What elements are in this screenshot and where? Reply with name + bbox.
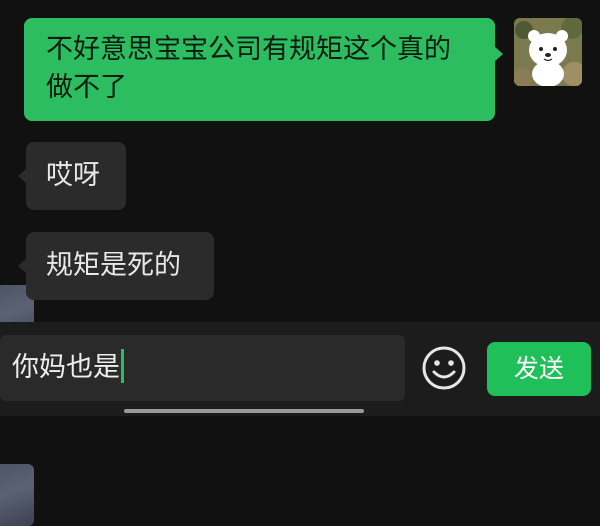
home-indicator [124, 409, 364, 413]
chat-message-area[interactable]: 不好意思宝宝公司有规矩这个真的做不了 哎呀 规矩是死的 [0, 0, 600, 526]
text-caret [121, 348, 124, 383]
message-text: 不好意思宝宝公司有规矩这个真的做不了 [46, 34, 451, 103]
emoji-button[interactable] [421, 345, 467, 391]
incoming-message-bubble[interactable]: 哎呀 [0, 142, 126, 347]
outgoing-message-bubble[interactable]: 不好意思宝宝公司有规矩这个真的做不了 [24, 18, 503, 121]
input-text: 你妈也是 [12, 352, 120, 383]
message-input[interactable]: 你妈也是 [0, 335, 405, 401]
own-avatar[interactable] [514, 18, 582, 86]
message-composer: 你妈也是 发送 [0, 322, 600, 416]
message-text: 哎呀 [46, 160, 100, 191]
smiley-face-icon [422, 346, 466, 390]
send-button[interactable]: 发送 [487, 342, 591, 396]
message-text: 规矩是死的 [46, 250, 181, 281]
peer-avatar[interactable] [0, 464, 34, 526]
bear-avatar-icon [514, 18, 582, 86]
incoming-message-bubble[interactable]: 规矩是死的 [0, 232, 214, 526]
